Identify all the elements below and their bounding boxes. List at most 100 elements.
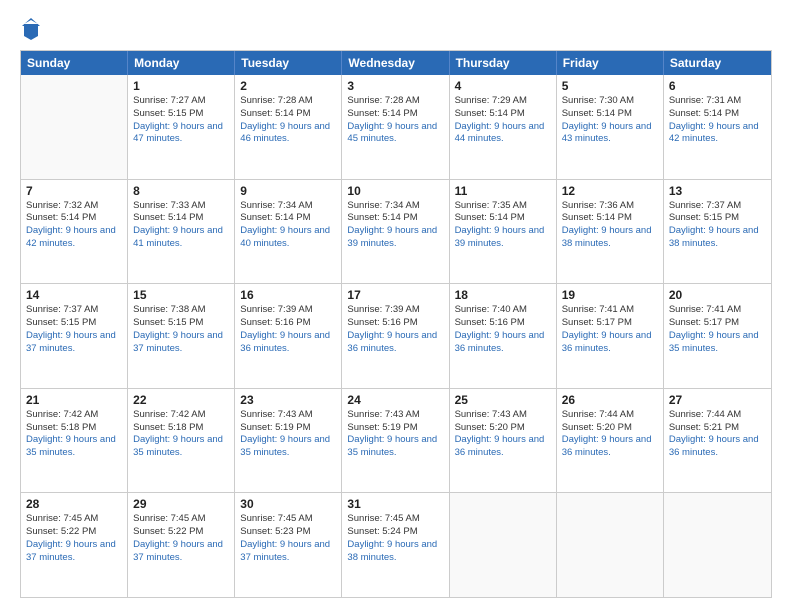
- daylight-text: Daylight: 9 hours and44 minutes.: [455, 121, 545, 145]
- sunrise-text: Sunrise: 7:45 AM: [240, 513, 336, 526]
- header-cell-wednesday: Wednesday: [342, 51, 449, 75]
- sunset-text: Sunset: 5:19 PM: [240, 422, 336, 435]
- daylight-text: Daylight: 9 hours and43 minutes.: [562, 121, 652, 145]
- cell-info: Sunrise: 7:42 AMSunset: 5:18 PMDaylight:…: [133, 409, 229, 460]
- sunset-text: Sunset: 5:14 PM: [240, 108, 336, 121]
- day-number: 11: [455, 184, 551, 198]
- daylight-text: Daylight: 9 hours and42 minutes.: [26, 225, 116, 249]
- sunset-text: Sunset: 5:14 PM: [347, 212, 443, 225]
- day-number: 28: [26, 497, 122, 511]
- day-number: 2: [240, 79, 336, 93]
- sunset-text: Sunset: 5:14 PM: [562, 212, 658, 225]
- sunset-text: Sunset: 5:14 PM: [240, 212, 336, 225]
- calendar-cell-4-5: [557, 493, 664, 597]
- sunrise-text: Sunrise: 7:40 AM: [455, 304, 551, 317]
- calendar-cell-0-4: 4Sunrise: 7:29 AMSunset: 5:14 PMDaylight…: [450, 75, 557, 179]
- calendar-cell-4-1: 29Sunrise: 7:45 AMSunset: 5:22 PMDayligh…: [128, 493, 235, 597]
- daylight-text: Daylight: 9 hours and35 minutes.: [26, 434, 116, 458]
- sunset-text: Sunset: 5:14 PM: [455, 108, 551, 121]
- calendar-body: 1Sunrise: 7:27 AMSunset: 5:15 PMDaylight…: [21, 75, 771, 597]
- sunrise-text: Sunrise: 7:41 AM: [562, 304, 658, 317]
- sunset-text: Sunset: 5:17 PM: [562, 317, 658, 330]
- calendar-cell-4-6: [664, 493, 771, 597]
- calendar-cell-2-1: 15 Sunrise: 7:38 AMSunset: 5:15 PMDayligh…: [128, 284, 235, 388]
- sunrise-text: Sunrise: 7:42 AM: [26, 409, 122, 422]
- calendar-cell-3-0: 21Sunrise: 7:42 AMSunset: 5:18 PMDayligh…: [21, 389, 128, 493]
- cell-info: Sunrise: 7:45 AMSunset: 5:24 PMDaylight:…: [347, 513, 443, 564]
- cell-info: Sunrise: 7:39 AMSunset: 5:16 PMDaylight:…: [240, 304, 336, 355]
- sunset-text: Sunset: 5:15 PM: [26, 317, 122, 330]
- day-number: 27: [669, 393, 766, 407]
- calendar-cell-0-2: 2 Sunrise: 7:28 AMSunset: 5:14 PMDaylight…: [235, 75, 342, 179]
- header-cell-monday: Monday: [128, 51, 235, 75]
- cell-info: Sunrise: 7:45 AMSunset: 5:22 PMDaylight:…: [26, 513, 122, 564]
- sunset-text: Sunset: 5:14 PM: [347, 108, 443, 121]
- calendar-cell-3-1: 22 Sunrise: 7:42 AMSunset: 5:18 PMDayligh…: [128, 389, 235, 493]
- sunset-text: Sunset: 5:22 PM: [133, 526, 229, 539]
- day-number: 22: [133, 393, 229, 407]
- day-number: 16: [240, 288, 336, 302]
- calendar-cell-2-3: 17Sunrise: 7:39 AMSunset: 5:16 PMDayligh…: [342, 284, 449, 388]
- cell-info: Sunrise: 7:28 AMSunset: 5:14 PMDaylight:…: [240, 95, 336, 146]
- cell-info: Sunrise: 7:29 AMSunset: 5:14 PMDaylight:…: [455, 95, 551, 146]
- sunset-text: Sunset: 5:15 PM: [133, 108, 229, 121]
- sunrise-text: Sunrise: 7:38 AM: [133, 304, 229, 317]
- calendar-cell-4-0: 28 Sunrise: 7:45 AMSunset: 5:22 PMDayligh…: [21, 493, 128, 597]
- header-cell-tuesday: Tuesday: [235, 51, 342, 75]
- day-number: 18: [455, 288, 551, 302]
- sunset-text: Sunset: 5:16 PM: [240, 317, 336, 330]
- day-number: 6: [669, 79, 766, 93]
- cell-info: Sunrise: 7:41 AMSunset: 5:17 PMDaylight:…: [669, 304, 766, 355]
- calendar-cell-2-0: 14 Sunrise: 7:37 AMSunset: 5:15 PMDayligh…: [21, 284, 128, 388]
- calendar-cell-3-3: 24Sunrise: 7:43 AMSunset: 5:19 PMDayligh…: [342, 389, 449, 493]
- cell-info: Sunrise: 7:37 AMSunset: 5:15 PMDaylight:…: [26, 304, 122, 355]
- logo-icon: [22, 18, 40, 40]
- calendar-cell-0-3: 3Sunrise: 7:28 AMSunset: 5:14 PMDaylight…: [342, 75, 449, 179]
- sunset-text: Sunset: 5:14 PM: [669, 108, 766, 121]
- cell-info: Sunrise: 7:45 AMSunset: 5:23 PMDaylight:…: [240, 513, 336, 564]
- sunset-text: Sunset: 5:14 PM: [133, 212, 229, 225]
- cell-info: Sunrise: 7:33 AMSunset: 5:14 PMDaylight:…: [133, 200, 229, 251]
- cell-info: Sunrise: 7:43 AMSunset: 5:20 PMDaylight:…: [455, 409, 551, 460]
- daylight-text: Daylight: 9 hours and37 minutes.: [133, 330, 223, 354]
- cell-info: Sunrise: 7:45 AMSunset: 5:22 PMDaylight:…: [133, 513, 229, 564]
- calendar-cell-4-4: [450, 493, 557, 597]
- daylight-text: Daylight: 9 hours and36 minutes.: [455, 330, 545, 354]
- day-number: 15: [133, 288, 229, 302]
- cell-info: Sunrise: 7:31 AMSunset: 5:14 PMDaylight:…: [669, 95, 766, 146]
- sunset-text: Sunset: 5:16 PM: [455, 317, 551, 330]
- header-cell-saturday: Saturday: [664, 51, 771, 75]
- daylight-text: Daylight: 9 hours and38 minutes.: [562, 225, 652, 249]
- day-number: 25: [455, 393, 551, 407]
- cell-info: Sunrise: 7:44 AMSunset: 5:20 PMDaylight:…: [562, 409, 658, 460]
- daylight-text: Daylight: 9 hours and42 minutes.: [669, 121, 759, 145]
- cell-info: Sunrise: 7:43 AMSunset: 5:19 PMDaylight:…: [347, 409, 443, 460]
- sunrise-text: Sunrise: 7:45 AM: [347, 513, 443, 526]
- calendar-cell-1-2: 9Sunrise: 7:34 AMSunset: 5:14 PMDaylight…: [235, 180, 342, 284]
- sunrise-text: Sunrise: 7:43 AM: [240, 409, 336, 422]
- daylight-text: Daylight: 9 hours and38 minutes.: [347, 539, 437, 563]
- header-cell-sunday: Sunday: [21, 51, 128, 75]
- cell-info: Sunrise: 7:30 AMSunset: 5:14 PMDaylight:…: [562, 95, 658, 146]
- day-number: 14: [26, 288, 122, 302]
- daylight-text: Daylight: 9 hours and37 minutes.: [26, 330, 116, 354]
- sunset-text: Sunset: 5:15 PM: [133, 317, 229, 330]
- daylight-text: Daylight: 9 hours and45 minutes.: [347, 121, 437, 145]
- day-number: 3: [347, 79, 443, 93]
- calendar-cell-1-1: 8 Sunrise: 7:33 AMSunset: 5:14 PMDaylight…: [128, 180, 235, 284]
- daylight-text: Daylight: 9 hours and36 minutes.: [669, 434, 759, 458]
- day-number: 26: [562, 393, 658, 407]
- cell-info: Sunrise: 7:44 AMSunset: 5:21 PMDaylight:…: [669, 409, 766, 460]
- sunset-text: Sunset: 5:14 PM: [455, 212, 551, 225]
- daylight-text: Daylight: 9 hours and39 minutes.: [455, 225, 545, 249]
- calendar-cell-3-6: 27 Sunrise: 7:44 AMSunset: 5:21 PMDayligh…: [664, 389, 771, 493]
- calendar-cell-4-3: 31 Sunrise: 7:45 AMSunset: 5:24 PMDayligh…: [342, 493, 449, 597]
- cell-info: Sunrise: 7:36 AMSunset: 5:14 PMDaylight:…: [562, 200, 658, 251]
- sunrise-text: Sunrise: 7:39 AM: [347, 304, 443, 317]
- calendar-row-1: 7Sunrise: 7:32 AMSunset: 5:14 PMDaylight…: [21, 180, 771, 285]
- sunrise-text: Sunrise: 7:34 AM: [347, 200, 443, 213]
- day-number: 8: [133, 184, 229, 198]
- day-number: 31: [347, 497, 443, 511]
- day-number: 20: [669, 288, 766, 302]
- sunrise-text: Sunrise: 7:43 AM: [347, 409, 443, 422]
